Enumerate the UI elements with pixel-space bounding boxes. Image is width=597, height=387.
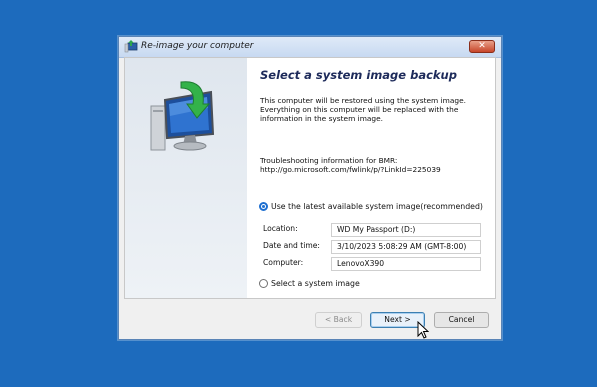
radio-select-label: Select a system image [271,279,360,288]
reimage-dialog: Re-image your computer ✕ Select a system [118,36,502,340]
window-title: Re-image your computer [141,41,254,51]
computer-label: Computer: [263,258,304,267]
troubleshooting-label: Troubleshooting information for BMR: [260,156,398,165]
computer-restore-icon [150,81,215,151]
radio-latest-label: Use the latest available system image(re… [271,202,483,211]
location-field: WD My Passport (D:) [331,223,481,237]
dialog-content: Select a system image backup This comput… [124,57,496,299]
cancel-button[interactable]: Cancel [434,312,489,328]
mouse-pointer-icon [417,321,429,339]
datetime-label: Date and time: [263,241,320,250]
datetime-field: 3/10/2023 5:08:29 AM (GMT-8:00) [331,240,481,254]
close-button[interactable]: ✕ [469,40,495,53]
close-icon: ✕ [478,41,486,51]
computer-field: LenovoX390 [331,257,481,271]
radio-select-indicator[interactable] [259,279,268,288]
left-panel [125,58,247,298]
radio-latest-indicator[interactable] [259,202,268,211]
system-restore-icon [124,40,138,53]
back-button[interactable]: < Back [315,312,362,328]
radio-latest-image[interactable]: Use the latest available system image(re… [259,202,483,211]
page-title: Select a system image backup [260,68,457,82]
troubleshooting-link[interactable]: http://go.microsoft.com/fwlink/p/?LinkId… [260,165,490,174]
troubleshooting-info: Troubleshooting information for BMR: htt… [260,156,490,174]
title-bar[interactable]: Re-image your computer ✕ [119,37,501,58]
description-text: This computer will be restored using the… [260,96,466,124]
radio-select-image[interactable]: Select a system image [259,279,360,288]
location-label: Location: [263,224,298,233]
